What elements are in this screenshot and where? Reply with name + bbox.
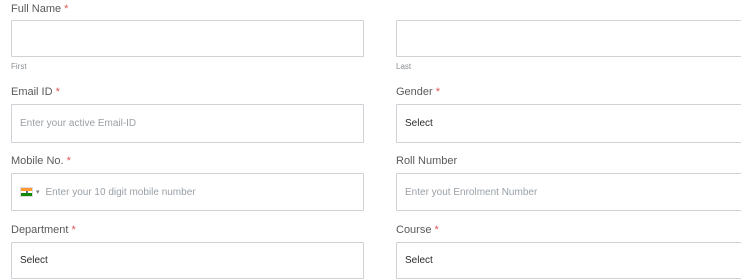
department-select[interactable]: Select [11, 242, 364, 279]
last-name-input[interactable] [397, 21, 741, 56]
gender-label: Gender * [396, 85, 440, 99]
chevron-down-icon[interactable]: ▾ [36, 189, 40, 196]
course-label: Course * [396, 223, 439, 237]
india-flag-icon[interactable] [20, 187, 33, 197]
gender-select[interactable]: Select [396, 104, 741, 143]
full-name-label-text: Full Name [11, 3, 62, 15]
mobile-required-mark: * [66, 155, 71, 167]
email-label-text: Email ID [11, 86, 53, 98]
roll-number-label-text: Roll Number [396, 155, 458, 167]
course-select[interactable]: Select [396, 242, 741, 279]
roll-number-label: Roll Number [396, 154, 457, 168]
roll-number-field[interactable] [396, 173, 741, 211]
last-name-sublabel: Last [396, 62, 412, 71]
roll-number-input[interactable] [397, 174, 741, 210]
mobile-input[interactable] [45, 174, 363, 210]
email-required-mark: * [55, 86, 60, 98]
mobile-label-text: Mobile No. [11, 155, 64, 167]
mobile-field[interactable]: ▾ [11, 173, 364, 211]
full-name-label: Full Name * [11, 2, 68, 16]
mobile-label: Mobile No. * [11, 154, 71, 168]
department-selected-value: Select [20, 255, 48, 266]
course-required-mark: * [434, 224, 439, 236]
gender-selected-value: Select [405, 118, 433, 129]
full-name-required-mark: * [64, 3, 69, 15]
department-required-mark: * [71, 224, 76, 236]
gender-required-mark: * [435, 86, 440, 98]
course-selected-value: Select [405, 255, 433, 266]
email-input[interactable] [12, 105, 363, 142]
email-field[interactable] [11, 104, 364, 143]
first-name-sublabel: First [11, 62, 27, 71]
gender-label-text: Gender [396, 86, 433, 98]
department-label-text: Department [11, 224, 69, 236]
course-label-text: Course [396, 224, 432, 236]
first-name-field[interactable] [11, 20, 364, 57]
last-name-field[interactable] [396, 20, 741, 57]
first-name-input[interactable] [12, 21, 363, 56]
email-label: Email ID * [11, 85, 60, 99]
department-label: Department * [11, 223, 76, 237]
